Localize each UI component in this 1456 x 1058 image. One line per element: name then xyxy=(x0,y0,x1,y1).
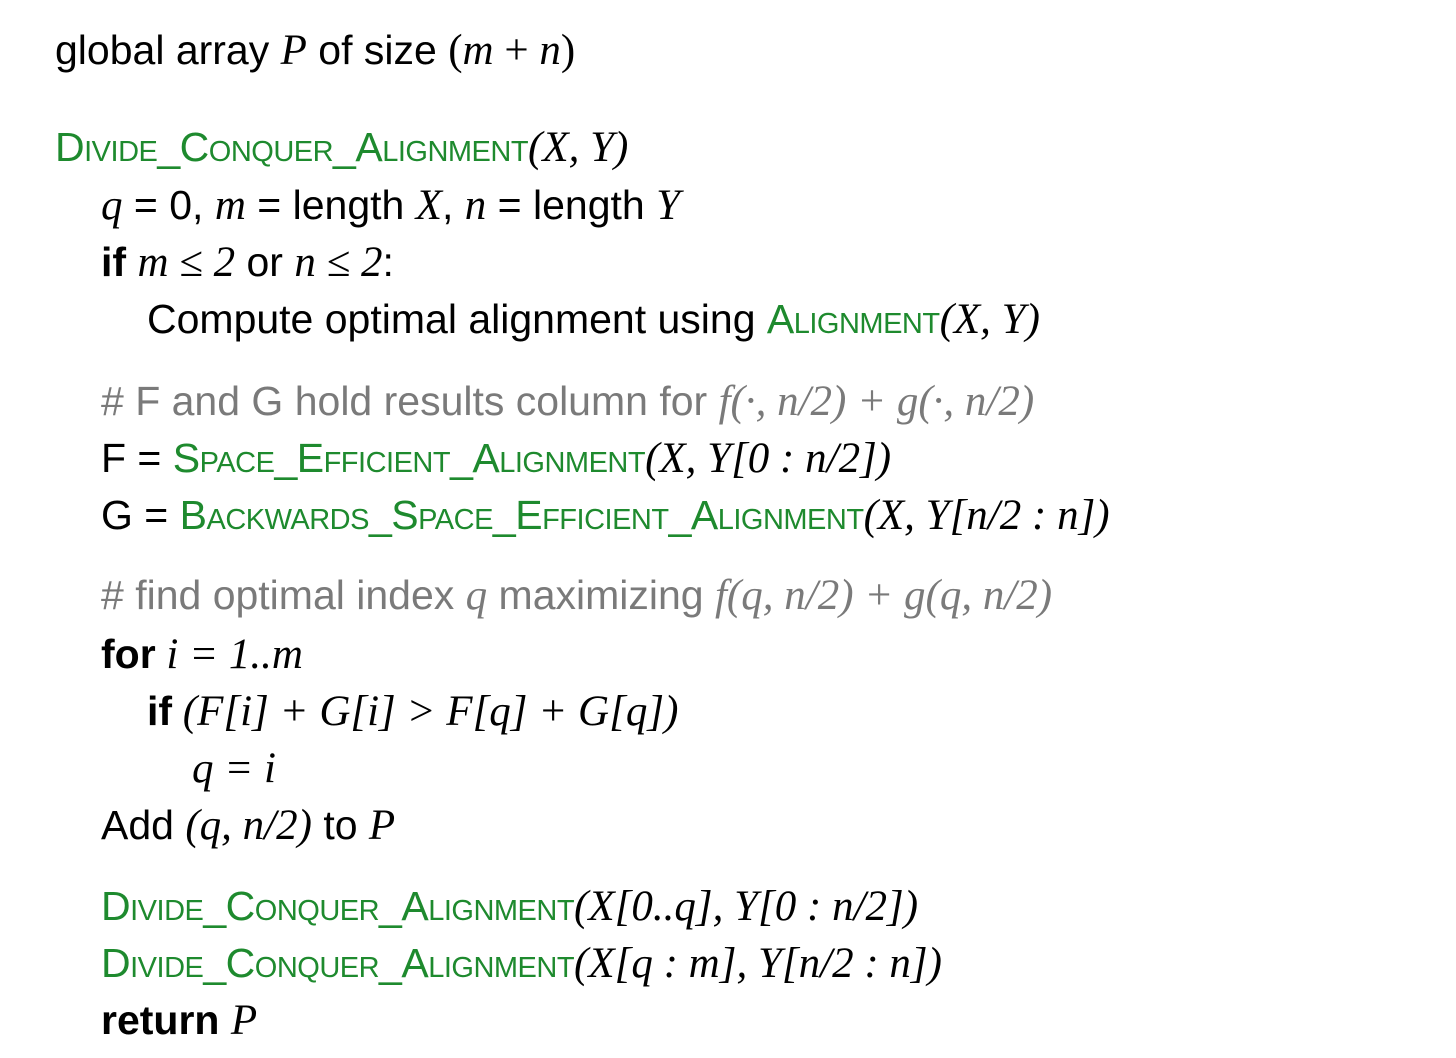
for-expression: i = 1..m xyxy=(155,631,303,678)
add-text-1: Add xyxy=(101,802,186,848)
size-open: ( xyxy=(448,27,463,74)
assign-g-args: (X, Y[n/2 : n]) xyxy=(863,492,1110,539)
comment-text-2: maximizing xyxy=(487,572,715,618)
global-declaration-line: global array P of size (m + n) xyxy=(55,26,575,74)
assign-f-line: F = Space_Efficient_Alignment(X, Y[0 : n… xyxy=(101,434,891,482)
init-comma: , xyxy=(441,182,465,228)
alignment-function-name: Alignment xyxy=(766,296,940,342)
init-len-y: = length xyxy=(486,182,657,228)
var-q: q xyxy=(101,182,123,229)
decl-prefix: global array xyxy=(55,27,281,73)
comment-expression: f(q, n/2) + g(q, n/2) xyxy=(714,572,1053,619)
init-len-x: = length xyxy=(245,182,416,228)
recursive-args-left: (X[0..q], Y[0 : n/2]) xyxy=(574,883,919,930)
pseudocode-document: global array P of size (m + n) Divide_Co… xyxy=(0,0,1456,1058)
assign-f-args: (X, Y[0 : n/2]) xyxy=(645,435,892,482)
size-m: m xyxy=(462,27,494,74)
recursive-call-right: Divide_Conquer_Alignment(X[q : m], Y[n/2… xyxy=(101,939,942,987)
recursive-call-left: Divide_Conquer_Alignment(X[0..q], Y[0 : … xyxy=(101,882,918,930)
for-loop-line: for i = 1..m xyxy=(101,630,303,678)
size-plus: + xyxy=(493,27,540,74)
assign-g-lhs: G = xyxy=(101,492,180,538)
add-text-2: to xyxy=(311,802,369,848)
comment-f-g: # F and G hold results column for f(·, n… xyxy=(101,377,1034,425)
comment-expression: f(·, n/2) + g(·, n/2) xyxy=(718,378,1035,425)
keyword-or: or xyxy=(235,239,295,285)
comment-optimal-index: # find optimal index q maximizing f(q, n… xyxy=(101,571,1052,619)
space-efficient-function-name: Space_Efficient_Alignment xyxy=(172,435,646,481)
var-n: n xyxy=(464,182,487,229)
init-line: q = 0, m = length X, n = length Y xyxy=(101,181,680,229)
init-eq0: = 0, xyxy=(122,182,215,228)
return-value-p: P xyxy=(230,997,258,1044)
assign-q-line: q = i xyxy=(192,744,276,792)
size-close: ) xyxy=(560,27,576,74)
compute-text: Compute optimal alignment using xyxy=(147,296,767,342)
keyword-if: if xyxy=(147,688,173,734)
decl-mid: of size xyxy=(306,27,449,73)
if-better-line: if (F[i] + G[i] > F[q] + G[q]) xyxy=(147,687,678,735)
add-expression: (q, n/2) xyxy=(185,802,312,849)
backwards-function-name: Backwards_Space_Efficient_Alignment xyxy=(179,492,864,538)
comment-text-1: # find optimal index xyxy=(101,572,466,618)
size-n: n xyxy=(539,27,561,74)
array-variable: P xyxy=(280,27,307,74)
condition-m: m ≤ 2 xyxy=(137,239,236,286)
function-header-line: Divide_Conquer_Alignment(X, Y) xyxy=(55,123,628,171)
var-y: Y xyxy=(656,182,681,229)
recursive-args-right: (X[q : m], Y[n/2 : n]) xyxy=(574,940,942,987)
assign-g-line: G = Backwards_Space_Efficient_Alignment(… xyxy=(101,491,1110,539)
comment-q: q xyxy=(465,572,488,619)
colon: : xyxy=(382,239,394,285)
recursive-function-name: Divide_Conquer_Alignment xyxy=(101,940,575,986)
function-name: Divide_Conquer_Alignment xyxy=(55,124,529,170)
recursive-function-name: Divide_Conquer_Alignment xyxy=(101,883,575,929)
compute-line: Compute optimal alignment using Alignmen… xyxy=(147,295,1040,343)
return-line: return P xyxy=(101,996,257,1044)
comment-text: # F and G hold results column for xyxy=(101,378,719,424)
compute-args: (X, Y) xyxy=(939,296,1040,343)
assign-f-lhs: F = xyxy=(101,435,173,481)
keyword-if: if xyxy=(101,239,127,285)
var-m: m xyxy=(214,182,246,229)
condition-n: n ≤ 2 xyxy=(294,239,383,286)
function-params: (X, Y) xyxy=(528,124,629,171)
add-line: Add (q, n/2) to P xyxy=(101,801,395,849)
assign-q-expression: q = i xyxy=(192,745,276,792)
if-better-condition: (F[i] + G[i] > F[q] + G[q]) xyxy=(172,688,679,735)
keyword-return: return xyxy=(101,997,220,1043)
var-x: X xyxy=(415,182,442,229)
add-target-p: P xyxy=(368,802,396,849)
keyword-for: for xyxy=(101,631,156,677)
if-base-case-line: if m ≤ 2 or n ≤ 2: xyxy=(101,238,394,286)
